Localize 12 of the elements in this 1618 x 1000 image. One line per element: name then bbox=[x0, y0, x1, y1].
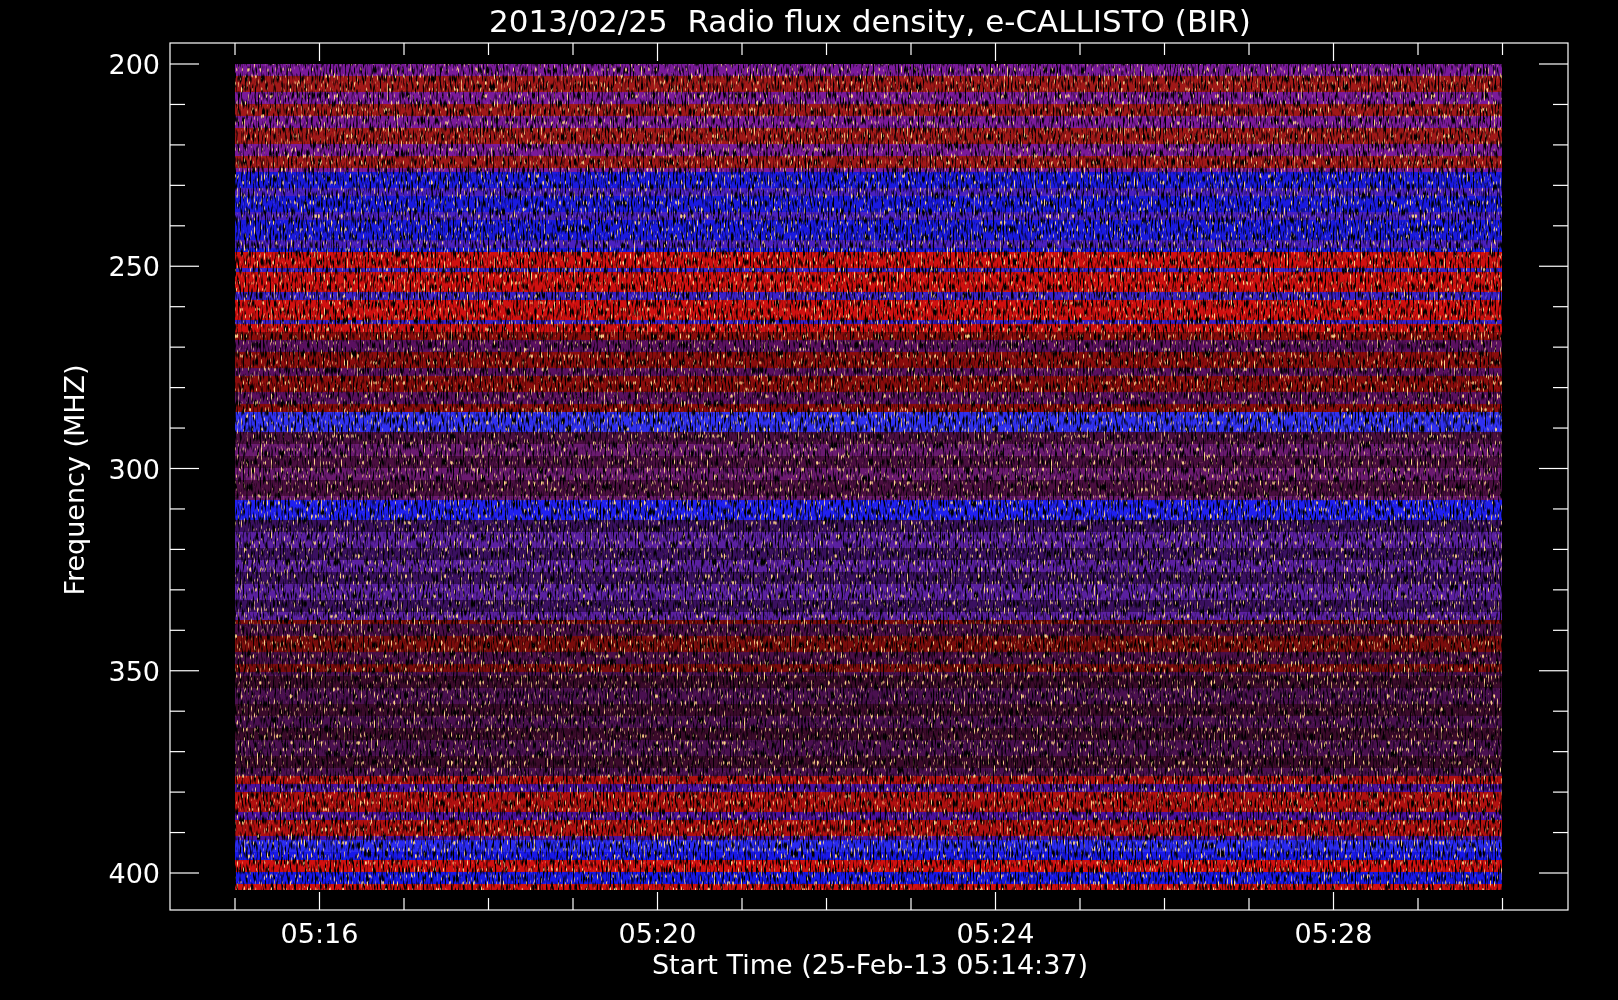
tick-label: 05:24 bbox=[956, 918, 1035, 949]
axis-label: Frequency (MHZ) bbox=[59, 364, 90, 596]
tick-label: 400 bbox=[108, 858, 160, 889]
chart-title: 2013/02/25 Radio flux density, e-CALLISTO (BIR) bbox=[489, 3, 1251, 39]
tick-label: 300 bbox=[108, 453, 160, 485]
axis-label: Start Time (25-Feb-13 05:14:37) bbox=[651, 949, 1089, 980]
tick-label: 05:16 bbox=[280, 918, 359, 949]
tick-label: 05:20 bbox=[618, 918, 697, 949]
tick-label: 05:28 bbox=[1294, 918, 1373, 949]
tick-label: 250 bbox=[108, 251, 160, 283]
tick-label: 200 bbox=[108, 49, 160, 80]
tick-label: 350 bbox=[108, 655, 160, 687]
